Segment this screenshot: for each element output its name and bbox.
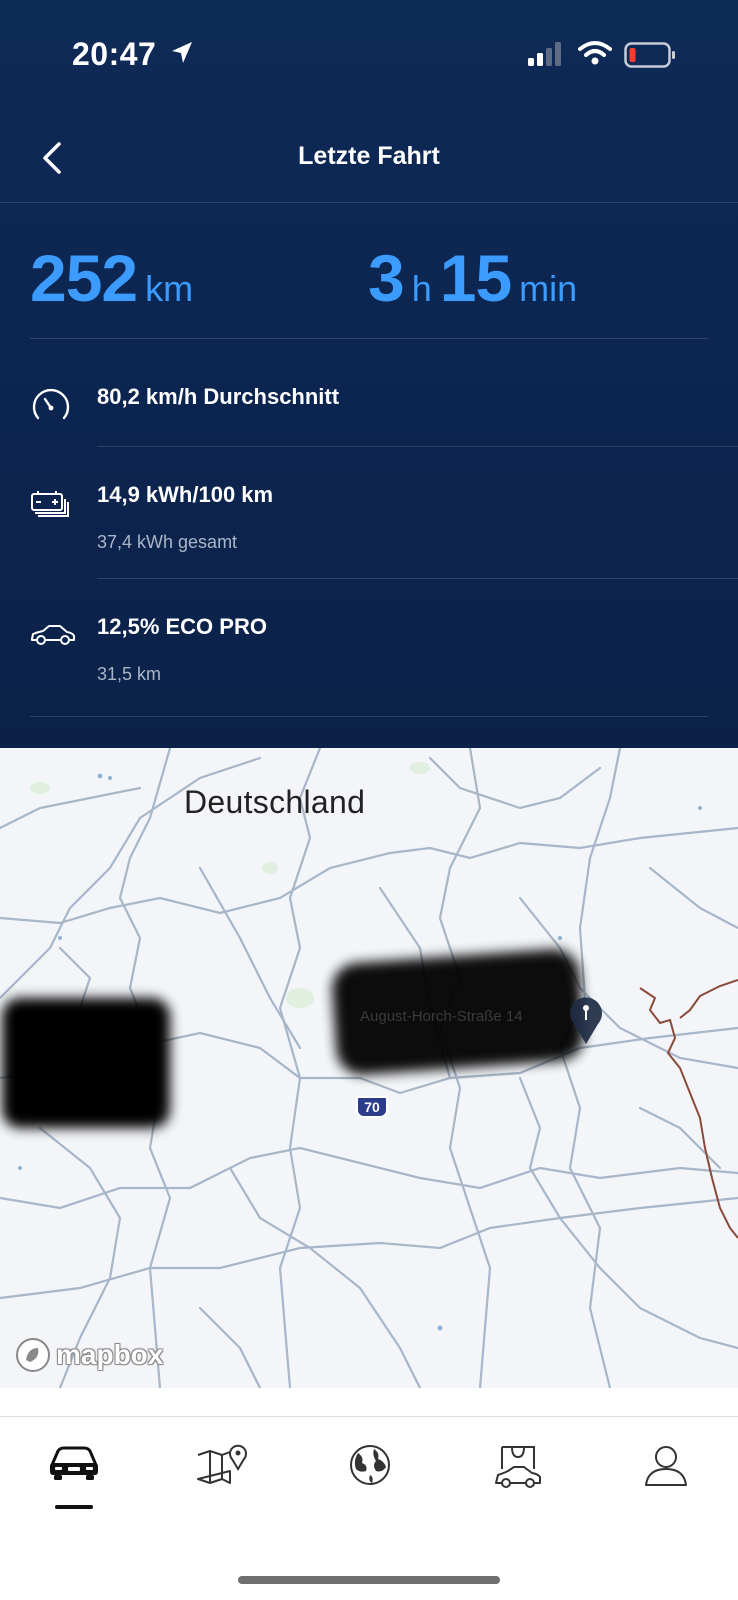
shop-car-icon [495,1446,541,1488]
tab-vehicle[interactable] [34,1443,114,1523]
detail-row-average-speed: 80,2 km/h Durchschnitt [0,376,738,446]
tab-explore[interactable] [330,1443,410,1523]
consumption-total-text: 37,4 kWh gesamt [97,532,238,552]
battery-low-icon [624,42,675,68]
redacted-start-location [2,998,170,1128]
bottom-tab-bar [0,1416,738,1600]
globe-icon [350,1445,390,1485]
destination-pin-icon[interactable] [566,990,606,1046]
row-divider-1 [97,446,738,447]
distance-value: 252 [30,241,138,315]
row-divider-2 [97,578,738,579]
home-indicator[interactable] [238,1576,500,1584]
car-front-icon [50,1446,98,1480]
mapbox-logo-icon [16,1338,50,1372]
mapbox-attribution-text: mapbox [56,1339,164,1370]
speedometer-icon [32,388,70,420]
duration-stat: 3 h 15 min [368,240,577,316]
map-pin-icon [197,1444,247,1484]
battery-stack-icon [31,491,69,517]
stats-divider [30,338,708,339]
map-country-label: Deutschland [184,784,366,820]
status-time: 20:47 [72,36,157,72]
tab-profile[interactable] [626,1443,706,1523]
duration-hours-unit: h [411,268,432,309]
navigation-bar: Letzte Fahrt [0,118,738,202]
consumption-text: 14,9 kWh/100 km [97,482,274,507]
wifi-icon [578,41,612,65]
map-street-label: August-Horch-Straße 14 [360,1008,523,1025]
tab-shop[interactable] [478,1443,558,1523]
car-icon [31,625,75,645]
row-divider-3 [30,716,708,717]
trip-map[interactable]: Deutschland August-Horch-Straße 14 70 ma… [0,748,738,1388]
duration-minutes: 15 [439,241,512,315]
cellular-signal-icon [528,42,561,66]
distance-stat: 252 km [30,240,193,316]
detail-row-consumption: 14,9 kWh/100 km 37,4 kWh gesamt [0,478,738,568]
trip-headline-stats: 252 km 3 h 15 min [0,240,738,320]
header-divider [0,202,738,203]
trip-summary-panel: 20:47 Letzte Fahrt 252 km 3 h 15 min 80,… [0,0,738,748]
profile-icon [645,1446,687,1486]
location-arrow-icon [172,42,192,63]
active-tab-indicator [55,1505,93,1509]
eco-pro-distance-text: 31,5 km [97,664,162,684]
status-bar: 20:47 [0,0,738,110]
average-speed-text: 80,2 km/h Durchschnitt [97,384,340,409]
page-title: Letzte Fahrt [298,142,440,170]
duration-minutes-unit: min [519,268,578,309]
detail-row-eco-pro: 12,5% ECO PRO 31,5 km [0,610,738,700]
distance-unit: km [145,268,194,309]
duration-hours: 3 [368,241,405,315]
highway-shield: 70 [356,1096,388,1118]
tab-map[interactable] [182,1443,262,1523]
mapbox-attribution[interactable]: mapbox [14,1336,163,1374]
eco-pro-text: 12,5% ECO PRO [97,614,267,639]
